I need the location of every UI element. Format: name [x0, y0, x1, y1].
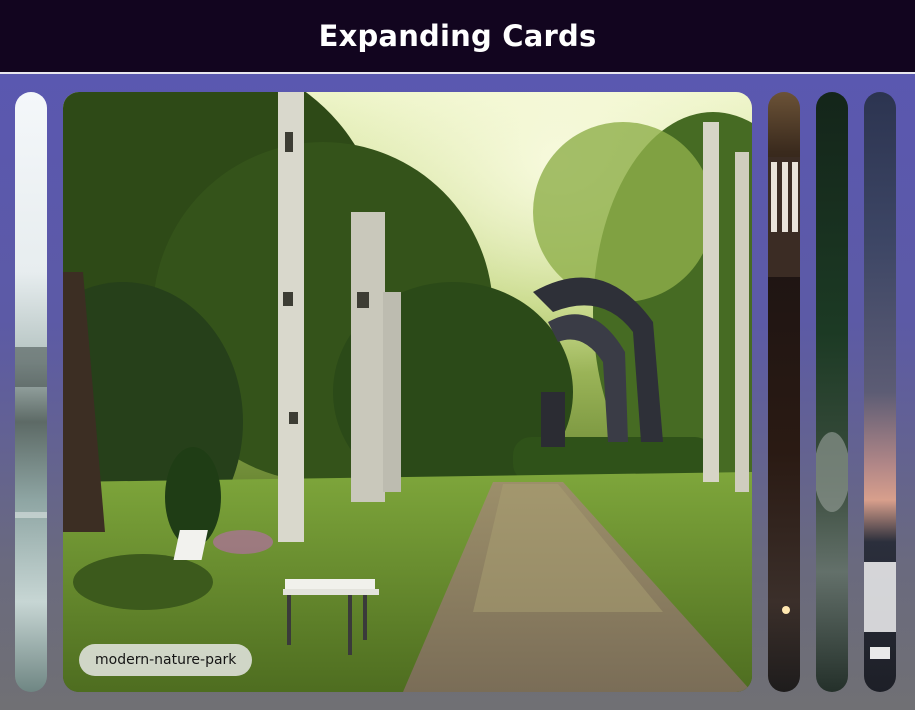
- card-sunset-water[interactable]: [864, 92, 896, 692]
- misty-lake-icon: [15, 92, 47, 692]
- forest-path-icon: [63, 92, 752, 692]
- card-dark-forest[interactable]: [816, 92, 848, 692]
- cards-container: modern-nature-park: [0, 92, 915, 692]
- card-label: modern-nature-park: [79, 644, 253, 676]
- night-interior-icon: [768, 92, 800, 692]
- card-modern-nature-park[interactable]: modern-nature-park: [63, 92, 752, 692]
- dark-forest-icon: [816, 92, 848, 692]
- sunset-water-icon: [864, 92, 896, 692]
- card-misty-lake[interactable]: [15, 92, 47, 692]
- page-title: Expanding Cards: [318, 19, 597, 53]
- app-header: Expanding Cards: [0, 0, 915, 74]
- card-night-interior[interactable]: [768, 92, 800, 692]
